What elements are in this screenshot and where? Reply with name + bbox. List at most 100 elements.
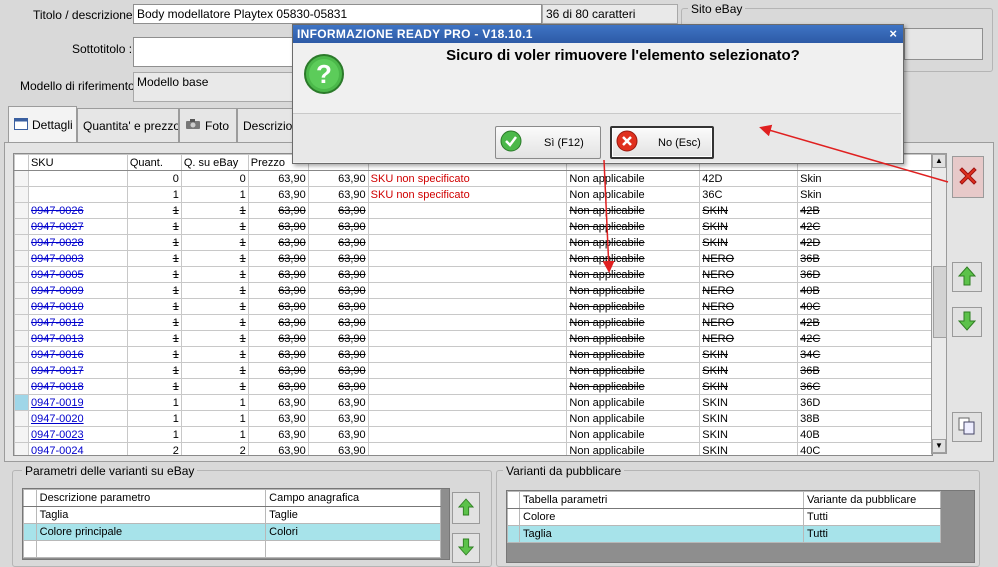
param-2-cell[interactable]: 42B bbox=[797, 314, 932, 331]
price-2-cell[interactable]: 63,90 bbox=[307, 330, 369, 347]
condition-cell[interactable]: Non applicabile bbox=[566, 250, 701, 267]
sku-cell[interactable] bbox=[27, 170, 128, 187]
scroll-down-button[interactable]: ▼ bbox=[932, 439, 946, 453]
param-2-cell[interactable]: 40B bbox=[797, 282, 932, 299]
condition-cell[interactable]: Non applicabile bbox=[566, 298, 701, 315]
table-row[interactable] bbox=[23, 540, 441, 558]
price-cell[interactable]: 63,90 bbox=[247, 330, 309, 347]
param-2-cell[interactable]: 36B bbox=[797, 362, 932, 379]
cell[interactable]: Colore principale bbox=[35, 523, 267, 541]
condition-cell[interactable]: Non applicabile bbox=[566, 346, 701, 363]
dialog-close-button[interactable]: × bbox=[889, 25, 897, 43]
price-2-cell[interactable]: 63,90 bbox=[307, 426, 369, 443]
param-1-cell[interactable]: SKIN bbox=[699, 442, 799, 455]
param-down-button[interactable] bbox=[452, 533, 480, 563]
param-2-cell[interactable]: Skin bbox=[797, 170, 932, 187]
sku-cell[interactable]: 0947-0019 bbox=[27, 394, 128, 411]
condition-cell[interactable]: Non applicabile bbox=[566, 186, 701, 203]
cell[interactable]: Colori bbox=[265, 523, 441, 541]
param-1-cell[interactable]: 42D bbox=[699, 170, 799, 187]
table-row[interactable]: 1 1 63,90 63,90 SKU non specificato Non appli… bbox=[14, 186, 932, 203]
price-2-cell[interactable]: 63,90 bbox=[307, 250, 369, 267]
price-cell[interactable]: 63,90 bbox=[247, 362, 309, 379]
subtitle-field[interactable] bbox=[133, 37, 298, 67]
price-2-cell[interactable]: 63,90 bbox=[307, 266, 369, 283]
q-ebay-cell[interactable]: 1 bbox=[180, 378, 249, 395]
param-1-cell[interactable]: NERO bbox=[699, 266, 799, 283]
quant-cell[interactable]: 1 bbox=[126, 218, 182, 235]
param-1-cell[interactable]: 36C bbox=[699, 186, 799, 203]
param-2-cell[interactable]: 40C bbox=[797, 442, 932, 455]
sku-cell[interactable]: 0947-0024 bbox=[27, 442, 128, 455]
delete-button[interactable] bbox=[952, 156, 984, 198]
table-row[interactable]: 0947-0005 1 1 63,90 63,90 Non applicabile NERO… bbox=[14, 266, 932, 283]
price-cell[interactable]: 63,90 bbox=[247, 218, 309, 235]
condition-cell[interactable]: Non applicabile bbox=[566, 202, 701, 219]
condition-cell[interactable]: Non applicabile bbox=[566, 234, 701, 251]
price-2-cell[interactable]: 63,90 bbox=[307, 218, 369, 235]
quant-cell[interactable]: 1 bbox=[126, 314, 182, 331]
param-1-cell[interactable]: SKIN bbox=[699, 378, 799, 395]
q-ebay-cell[interactable]: 1 bbox=[180, 234, 249, 251]
condition-cell[interactable]: Non applicabile bbox=[566, 394, 701, 411]
move-up-button[interactable] bbox=[952, 262, 982, 292]
condition-cell[interactable]: Non applicabile bbox=[566, 266, 701, 283]
quant-cell[interactable]: 1 bbox=[126, 394, 182, 411]
table-row[interactable]: 0947-0003 1 1 63,90 63,90 Non applicabile NERO… bbox=[14, 250, 932, 267]
condition-cell[interactable]: Non applicabile bbox=[566, 378, 701, 395]
param-1-cell[interactable]: SKIN bbox=[699, 234, 799, 251]
price-2-cell[interactable]: 63,90 bbox=[307, 298, 369, 315]
tab-descrizione[interactable]: Descrizion bbox=[237, 108, 295, 142]
table-row[interactable]: 0947-0023 1 1 63,90 63,90 Non applicabile SKIN… bbox=[14, 426, 932, 443]
q-ebay-cell[interactable]: 1 bbox=[180, 330, 249, 347]
table-row[interactable]: 0947-0012 1 1 63,90 63,90 Non applicabile NERO… bbox=[14, 314, 932, 331]
cell[interactable]: Tutti bbox=[803, 525, 941, 543]
copy-button[interactable] bbox=[952, 412, 982, 442]
table-row[interactable]: 0947-0024 2 2 63,90 63,90 Non applicabile SKIN… bbox=[14, 442, 932, 455]
quant-cell[interactable]: 1 bbox=[126, 266, 182, 283]
cell[interactable]: Taglia bbox=[35, 506, 267, 524]
cell[interactable]: Tutti bbox=[803, 508, 941, 526]
param-1-cell[interactable]: SKIN bbox=[699, 426, 799, 443]
table-row[interactable]: 0947-0019 1 1 63,90 63,90 Non applicabile SKIN… bbox=[14, 394, 932, 411]
param-1-cell[interactable]: SKIN bbox=[699, 362, 799, 379]
price-cell[interactable]: 63,90 bbox=[247, 266, 309, 283]
price-cell[interactable]: 63,90 bbox=[247, 378, 309, 395]
param-1-cell[interactable]: SKIN bbox=[699, 346, 799, 363]
q-ebay-cell[interactable]: 1 bbox=[180, 218, 249, 235]
sku-cell[interactable]: 0947-0020 bbox=[27, 410, 128, 427]
col-q-ebay[interactable]: Q. su eBay bbox=[180, 154, 249, 171]
q-ebay-cell[interactable]: 1 bbox=[180, 282, 249, 299]
quant-cell[interactable]: 1 bbox=[126, 234, 182, 251]
sku-cell[interactable]: 0947-0017 bbox=[27, 362, 128, 379]
sku-cell[interactable]: 0947-0018 bbox=[27, 378, 128, 395]
price-cell[interactable]: 63,90 bbox=[247, 314, 309, 331]
col-sku[interactable]: SKU bbox=[27, 154, 128, 171]
table-row[interactable]: Colore principale Colori bbox=[23, 523, 441, 541]
sku-cell[interactable]: 0947-0013 bbox=[27, 330, 128, 347]
price-cell[interactable]: 63,90 bbox=[247, 442, 309, 455]
q-ebay-cell[interactable]: 1 bbox=[180, 186, 249, 203]
table-row[interactable]: 0947-0017 1 1 63,90 63,90 Non applicabile SKIN… bbox=[14, 362, 932, 379]
quant-cell[interactable]: 2 bbox=[126, 442, 182, 455]
param-2-cell[interactable]: 42B bbox=[797, 202, 932, 219]
tab-foto[interactable]: Foto bbox=[179, 108, 237, 142]
quant-cell[interactable]: 1 bbox=[126, 330, 182, 347]
quant-cell[interactable]: 0 bbox=[126, 170, 182, 187]
price-2-cell[interactable]: 63,90 bbox=[307, 346, 369, 363]
table-row[interactable]: 0947-0010 1 1 63,90 63,90 Non applicabile NERO… bbox=[14, 298, 932, 315]
param-2-cell[interactable]: 34C bbox=[797, 346, 932, 363]
table-row[interactable]: 0947-0018 1 1 63,90 63,90 Non applicabile SKIN… bbox=[14, 378, 932, 395]
sku-cell[interactable]: 0947-0003 bbox=[27, 250, 128, 267]
param-2-cell[interactable]: 42C bbox=[797, 218, 932, 235]
sku-cell[interactable]: 0947-0005 bbox=[27, 266, 128, 283]
table-row[interactable]: Taglia Tutti bbox=[507, 525, 941, 543]
sku-cell[interactable]: 0947-0016 bbox=[27, 346, 128, 363]
param-1-cell[interactable]: NERO bbox=[699, 250, 799, 267]
table-row[interactable]: 0947-0013 1 1 63,90 63,90 Non applicabile NERO… bbox=[14, 330, 932, 347]
cell[interactable]: Taglie bbox=[265, 506, 441, 524]
quant-cell[interactable]: 1 bbox=[126, 186, 182, 203]
condition-cell[interactable]: Non applicabile bbox=[566, 410, 701, 427]
table-row[interactable]: Taglia Taglie bbox=[23, 506, 441, 524]
col-quant[interactable]: Quant. bbox=[126, 154, 182, 171]
